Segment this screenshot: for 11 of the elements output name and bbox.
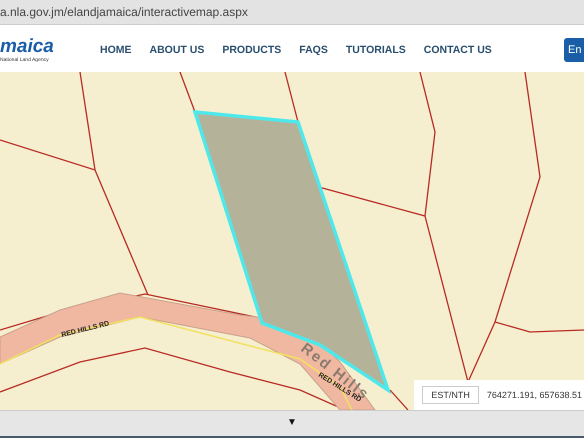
logo-text: maica xyxy=(0,37,55,57)
nav-link[interactable]: HOME xyxy=(100,44,132,56)
panel-toggle-button[interactable]: ▼ xyxy=(287,417,297,428)
language-button[interactable]: En xyxy=(564,38,584,62)
nav-link[interactable]: ABOUT US xyxy=(150,44,204,56)
coordinate-value: 764271.191, 657638.51 xyxy=(486,390,582,400)
nav-link[interactable]: FAQS xyxy=(299,44,328,56)
nav-link[interactable]: TUTORIALS xyxy=(346,44,406,56)
nav-link[interactable]: CONTACT US xyxy=(424,44,492,56)
coordinate-system-label: EST/NTH xyxy=(422,386,479,404)
nav-link[interactable]: PRODUCTS xyxy=(222,44,282,56)
